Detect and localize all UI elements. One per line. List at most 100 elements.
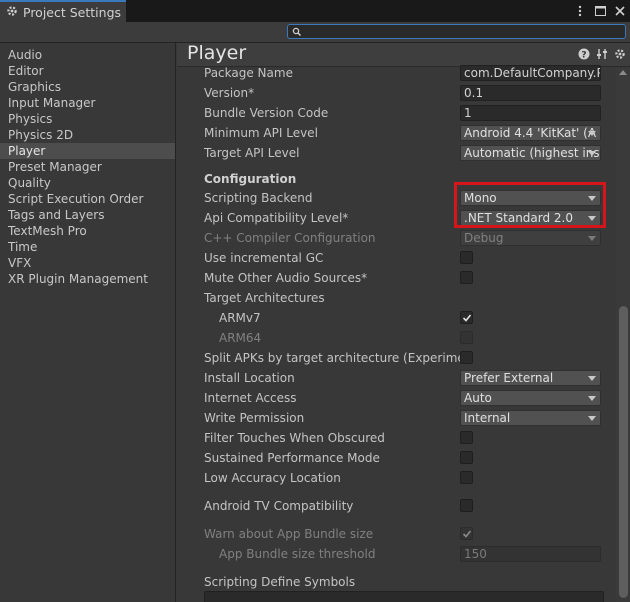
version-row: Version* 0.1 [204,83,630,103]
split-apks-label: Split APKs by target architecture (Exper… [204,351,461,365]
write-permission-row: Write Permission Internal [204,408,630,428]
min-api-level-label: Minimum API Level [204,126,318,140]
sidebar-item-physics[interactable]: Physics [0,111,175,127]
bundle-version-code-field[interactable]: 1 [460,105,601,121]
maximize-icon[interactable] [594,5,606,17]
sidebar-item-graphics[interactable]: Graphics [0,79,175,95]
chevron-down-icon [588,396,596,401]
mute-audio-checkbox[interactable] [460,271,473,284]
sidebar-item-physics-2d[interactable]: Physics 2D [0,127,175,143]
highlight-box [454,182,606,228]
version-field[interactable]: 0.1 [460,85,601,101]
sidebar-item-textmesh-pro[interactable]: TextMesh Pro [0,223,175,239]
sidebar-item-xr-plugin-management[interactable]: XR Plugin Management [0,271,175,287]
settings-sidebar: Audio Editor Graphics Input Manager Phys… [0,43,176,602]
warn-bundle-checkbox [460,527,473,540]
sidebar-item-input-manager[interactable]: Input Manager [0,95,175,111]
chevron-down-icon [588,376,596,381]
armv7-checkbox[interactable] [460,311,473,324]
split-apks-checkbox[interactable] [460,351,473,364]
sustained-perf-checkbox[interactable] [460,451,473,464]
sidebar-item-quality[interactable]: Quality [0,175,175,191]
page-title: Player [187,43,247,64]
settings-gear-icon[interactable] [614,48,626,63]
package-name-row: Package Name com.DefaultCompany.Pa [204,63,630,83]
arm64-row: ARM64 [204,328,630,348]
sidebar-item-editor[interactable]: Editor [0,63,175,79]
sustained-perf-label: Sustained Performance Mode [204,451,380,465]
sidebar-item-player[interactable]: Player [0,143,175,159]
write-permission-value: Internal [464,411,511,425]
configuration-heading: Configuration [204,172,297,186]
target-api-level-value: Automatic (highest ins [464,146,600,160]
project-settings-tab[interactable]: Project Settings [0,0,126,22]
split-apks-row: Split APKs by target architecture (Exper… [204,348,630,368]
min-api-level-row: Minimum API Level Android 4.4 'KitKat' (… [204,123,630,143]
bundle-version-code-label: Bundle Version Code [204,106,329,120]
package-name-label: Package Name [204,66,293,80]
svg-text:?: ? [581,51,586,61]
bundle-threshold-row: App Bundle size threshold 150 [204,544,630,564]
internet-access-label: Internet Access [204,391,297,405]
bundle-threshold-field: 150 [460,546,601,562]
filter-touches-checkbox[interactable] [460,431,473,444]
sidebar-item-tags-and-layers[interactable]: Tags and Layers [0,207,175,223]
cpp-compiler-row: C++ Compiler Configuration Debug [204,228,630,248]
gear-icon [6,5,18,20]
target-api-level-label: Target API Level [204,146,300,160]
search-icon [292,26,302,40]
sidebar-item-vfx[interactable]: VFX [0,255,175,271]
package-name-field[interactable]: com.DefaultCompany.Pa [460,65,601,81]
min-api-level-value: Android 4.4 'KitKat' (A [464,126,597,140]
write-permission-label: Write Permission [204,411,305,425]
define-symbols-row: Scripting Define Symbols [204,572,630,592]
sidebar-item-preset-manager[interactable]: Preset Manager [0,159,175,175]
incremental-gc-label: Use incremental GC [204,251,324,265]
scrollbar-thumb[interactable] [619,306,628,598]
close-icon[interactable] [614,5,626,17]
install-location-dropdown[interactable]: Prefer External [460,370,601,386]
sustained-perf-row: Sustained Performance Mode [204,448,630,468]
filter-touches-row: Filter Touches When Obscured [204,428,630,448]
arm64-label: ARM64 [219,331,262,345]
internet-access-value: Auto [464,391,492,405]
low-accuracy-row: Low Accuracy Location [204,468,630,488]
min-api-level-dropdown[interactable]: Android 4.4 'KitKat' (A [460,125,601,141]
api-compat-label: Api Compatibility Level* [204,211,349,225]
sidebar-item-time[interactable]: Time [0,239,175,255]
player-settings-panel: Player ? Package Name com.DefaultCompany… [177,43,630,602]
preset-sliders-icon[interactable] [596,48,608,63]
install-location-value: Prefer External [464,371,554,385]
android-tv-checkbox[interactable] [460,499,473,512]
cpp-compiler-value: Debug [464,231,504,245]
low-accuracy-checkbox[interactable] [460,471,473,484]
internet-access-dropdown[interactable]: Auto [460,390,601,406]
mute-audio-label: Mute Other Audio Sources* [204,271,368,285]
armv7-row: ARMv7 [204,308,630,328]
chevron-down-icon [588,416,596,421]
kebab-menu-icon[interactable] [574,5,586,17]
toolbar [0,22,630,43]
install-location-label: Install Location [204,371,295,385]
search-input[interactable] [287,24,626,39]
warn-bundle-label: Warn about App Bundle size [204,527,374,541]
android-tv-row: Android TV Compatibility [204,496,630,516]
scripting-backend-label: Scripting Backend [204,191,313,205]
sidebar-item-script-execution-order[interactable]: Script Execution Order [0,191,175,207]
define-symbols-label: Scripting Define Symbols [204,575,356,589]
target-api-level-row: Target API Level Automatic (highest ins [204,143,630,163]
incremental-gc-checkbox[interactable] [460,251,473,264]
help-icon[interactable]: ? [578,48,590,63]
write-permission-dropdown[interactable]: Internal [460,410,601,426]
low-accuracy-label: Low Accuracy Location [204,471,341,485]
define-symbols-field[interactable] [204,591,604,602]
mute-audio-row: Mute Other Audio Sources* [204,268,630,288]
bundle-version-code-row: Bundle Version Code 1 [204,103,630,123]
target-api-level-dropdown[interactable]: Automatic (highest ins [460,145,601,161]
cpp-compiler-dropdown: Debug [460,230,601,246]
android-tv-label: Android TV Compatibility [204,499,354,513]
title-bar: Project Settings [0,0,630,22]
sidebar-item-audio[interactable]: Audio [0,47,175,63]
install-location-row: Install Location Prefer External [204,368,630,388]
scroll-up-arrow-icon[interactable] [619,70,627,75]
